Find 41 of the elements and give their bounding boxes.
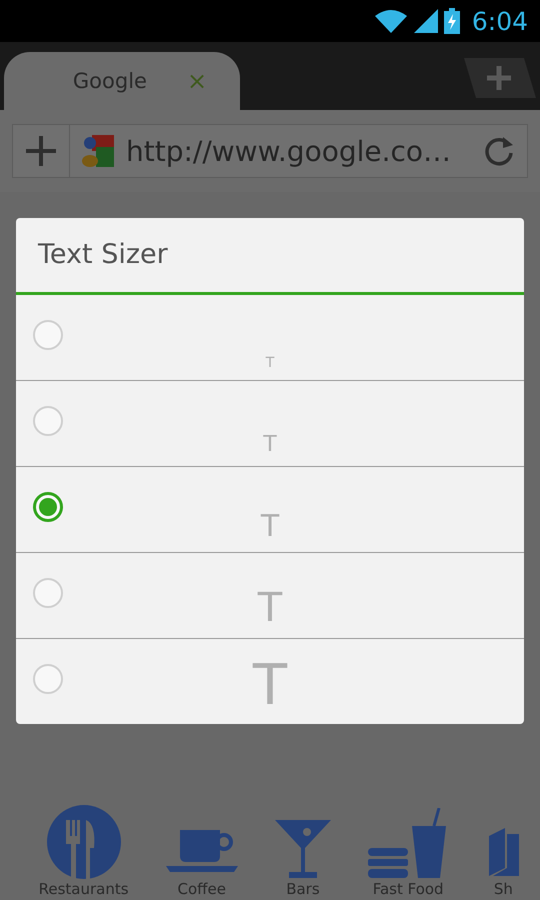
size-sample: T (260, 512, 280, 546)
clock: 6:04 (472, 6, 528, 36)
browser-tab[interactable]: Google × (4, 52, 240, 110)
battery-icon (444, 8, 460, 34)
category-button[interactable]: Coffee (166, 830, 238, 898)
signal-icon (414, 9, 438, 33)
size-sample: T (252, 658, 288, 720)
size-option[interactable]: T (16, 295, 524, 380)
dialog-title: Text Sizer (16, 218, 524, 295)
size-sample: T (263, 434, 277, 459)
radio-button[interactable] (33, 406, 63, 436)
category-button[interactable]: Sh (485, 828, 522, 898)
fork-knife-icon (46, 804, 122, 880)
category-label: Fast Food (372, 880, 444, 898)
url-text: http://www.google.co… (126, 134, 452, 168)
address-bar[interactable]: http://www.google.co… (12, 124, 528, 178)
category-button[interactable]: Bars (274, 820, 331, 898)
category-label: Sh (494, 880, 513, 898)
radio-button[interactable] (33, 578, 63, 608)
size-option[interactable]: T (16, 638, 524, 724)
plus-icon[interactable] (23, 133, 59, 169)
radio-button[interactable] (33, 664, 63, 694)
radio-button[interactable] (33, 492, 63, 522)
radio-button[interactable] (33, 320, 63, 350)
new-tab-button[interactable] (462, 58, 536, 98)
cocktail-glass-icon (274, 820, 331, 880)
category-button[interactable]: Restaurants (38, 804, 129, 898)
wifi-icon (374, 9, 408, 33)
close-tab-button[interactable]: × (186, 67, 208, 95)
size-sample: T (258, 588, 282, 633)
size-option[interactable]: T (16, 380, 524, 466)
category-label: Restaurants (38, 880, 129, 898)
burger-drink-icon (368, 808, 448, 880)
tab-title: Google (72, 69, 147, 93)
size-option[interactable]: T (16, 552, 524, 638)
category-label: Bars (286, 880, 320, 898)
size-option[interactable]: T (16, 466, 524, 552)
category-button[interactable]: Fast Food (368, 808, 448, 898)
size-sample: T (266, 356, 274, 373)
category-label: Coffee (178, 880, 226, 898)
site-icon (80, 133, 116, 169)
